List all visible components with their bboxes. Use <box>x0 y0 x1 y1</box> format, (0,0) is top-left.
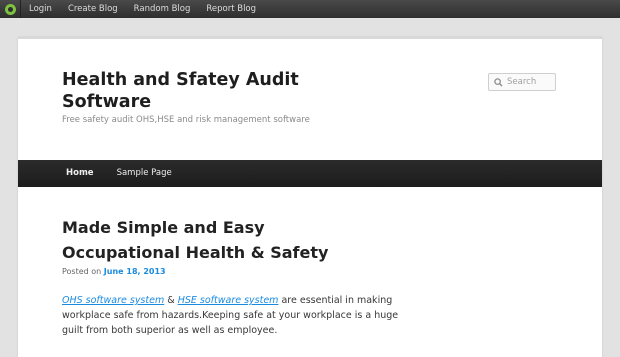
divider <box>18 37 602 39</box>
posted-on-label: Posted on <box>62 267 102 276</box>
create-blog-link[interactable]: Create Blog <box>60 0 126 18</box>
site-description: Free safety audit OHS,HSE and risk manag… <box>62 115 310 125</box>
blog-logo-icon[interactable] <box>5 3 16 15</box>
post-date-link[interactable]: June 18, 2013 <box>104 267 166 276</box>
page-container: Health and Sfatey Audit Software Free sa… <box>18 37 602 357</box>
post-content: OHS software system & HSE software syste… <box>62 293 422 338</box>
ampersand: & <box>167 295 175 306</box>
post-meta: Posted on June 18, 2013 <box>62 267 166 276</box>
nav-item-sample-page[interactable]: Sample Page <box>108 160 181 187</box>
search-box[interactable] <box>488 73 556 91</box>
nav-item-home[interactable]: Home <box>18 160 108 187</box>
ohs-software-link[interactable]: OHS software system <box>62 295 164 306</box>
report-blog-link[interactable]: Report Blog <box>198 0 264 18</box>
post-title[interactable]: Made Simple and Easy Occupational Health… <box>62 215 382 265</box>
random-blog-link[interactable]: Random Blog <box>126 0 199 18</box>
hse-software-link[interactable]: HSE software system <box>178 295 279 306</box>
login-link[interactable]: Login <box>21 0 60 18</box>
main-nav: Home Sample Page <box>18 160 602 187</box>
admin-bar: Login Create Blog Random Blog Report Blo… <box>0 0 620 18</box>
search-input[interactable] <box>505 77 555 87</box>
search-icon <box>491 74 505 90</box>
site-title[interactable]: Health and Sfatey Audit Software <box>62 69 362 113</box>
